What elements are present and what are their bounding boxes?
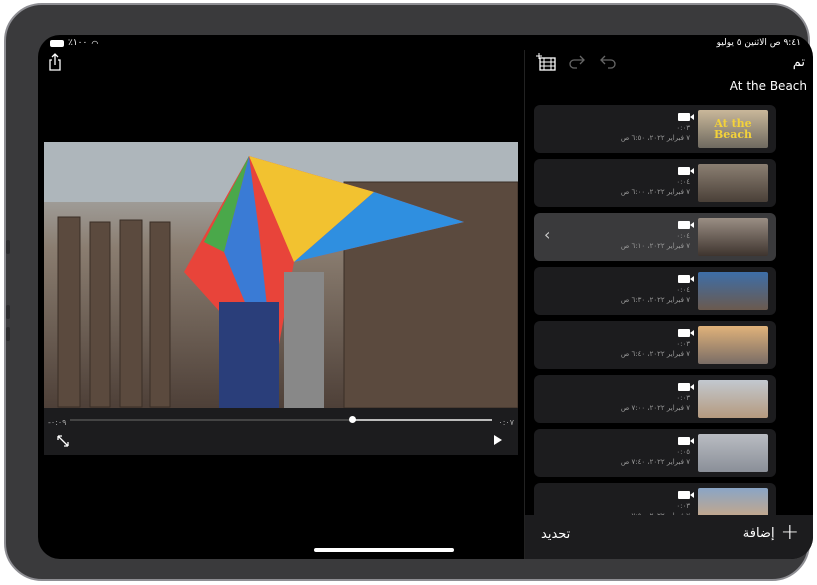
ipad-frame: ٪١٠٠ ◠ ٩:٤١ ص الاثنين ٥ يوليو -٠:٠٩ ٠:٠٧… [4,3,813,581]
clip-duration: ٠:٠٣ [676,124,690,132]
clip-date: ٧ فبراير ٢٠٢٢، ٧:٤٠ ص [620,458,690,466]
play-icon[interactable] [493,434,503,446]
clip-date: ٧ فبراير ٢٠٢٢، ٦:٥٠ ص [620,134,690,142]
video-camera-icon [678,329,690,337]
video-camera-icon [678,275,690,283]
video-camera-icon [678,113,690,121]
clip-date: ٧ فبراير ٢٠٢٢، ٦:٤٠ ص [620,350,690,358]
done-button[interactable]: تم [793,55,805,70]
chevron-left-icon[interactable]: ‹ [544,225,550,244]
clip-duration: ٠:٠٣ [676,340,690,348]
video-camera-icon [678,437,690,445]
clip-thumbnail [698,218,768,256]
home-indicator[interactable] [314,548,454,552]
side-button [6,305,10,319]
clip-date: ٧ فبراير ٢٠٢٢، ٦:٠٠ ص [620,188,690,196]
scrubber-played [352,419,492,421]
clip-duration: ٠:٠٤ [676,232,690,240]
video-camera-icon [678,491,690,499]
battery-icon [50,39,64,47]
video-camera-icon [678,383,690,391]
project-title: At the Beach [729,79,807,93]
plus-icon: + [780,520,799,545]
clip-list[interactable]: At the Beach ٠:٠٣ ٧ فبراير ٢٠٢٢، ٦:٥٠ ص … [534,105,776,525]
clip-date: ٧ فبراير ٢٠٢٢، ٦:٣٠ ص [620,296,690,304]
video-frame [44,142,518,409]
clip-item[interactable]: ٠:٠٥ ٧ فبراير ٢٠٢٢، ٧:٤٠ ص [534,429,776,477]
clip-thumbnail [698,380,768,418]
clip-duration: ٠:٠٥ [676,448,690,456]
clip-thumbnail [698,272,768,310]
clip-duration: ٠:٠٤ [676,286,690,294]
undo-icon[interactable] [600,55,616,69]
clip-thumbnail [698,164,768,202]
side-button [6,327,10,341]
clip-date: ٧ فبراير ٢٠٢٢، ٦:١٠ ص [620,242,690,250]
status-time: ٩:٤١ ص الاثنين ٥ يوليو [716,38,801,48]
clip-item[interactable]: At the Beach ٠:٠٣ ٧ فبراير ٢٠٢٢، ٦:٥٠ ص [534,105,776,153]
wifi-icon: ◠ [91,38,99,48]
clip-duration: ٠:٠٣ [676,502,690,510]
split-divider [524,50,525,559]
scrubber[interactable] [70,416,492,423]
battery-level: ٪١٠٠ [68,38,88,48]
add-label: إضافة [742,525,775,541]
share-icon[interactable] [48,53,62,71]
time-remaining: -٠:٠٩ [48,418,67,427]
clip-item[interactable]: ٠:٠٤ ٧ فبراير ٢٠٢٢، ٦:٠٠ ص [534,159,776,207]
clip-duration: ٠:٠٣ [676,394,690,402]
add-button[interactable]: إضافة + [742,520,799,545]
video-camera-icon [678,167,690,175]
status-left: ٪١٠٠ ◠ [50,38,98,48]
redo-icon[interactable] [569,55,585,69]
clip-thumbnail [698,326,768,364]
time-elapsed: ٠:٠٧ [498,418,514,427]
screen: ٪١٠٠ ◠ ٩:٤١ ص الاثنين ٥ يوليو -٠:٠٩ ٠:٠٧… [38,35,813,559]
video-player[interactable]: -٠:٠٩ ٠:٠٧ [44,142,518,455]
fullscreen-icon[interactable] [57,435,69,447]
clip-thumbnail: At the Beach [698,110,768,148]
clip-item[interactable]: ٠:٠٤ ٧ فبراير ٢٠٢٢، ٦:١٠ ص ‹ [534,213,776,261]
add-clip-film-icon[interactable] [536,53,556,71]
thumbnail-title: At the Beach [713,117,753,141]
select-button[interactable]: تحديد [541,527,570,542]
clip-thumbnail [698,434,768,472]
clip-date: ٧ فبراير ٢٠٢٢، ٧:٠٠ ص [620,404,690,412]
clip-duration: ٠:٠٤ [676,178,690,186]
scrubber-handle[interactable] [348,416,356,423]
side-button [6,240,10,254]
video-camera-icon [678,221,690,229]
clip-item[interactable]: ٠:٠٣ ٧ فبراير ٢٠٢٢، ٧:٠٠ ص [534,375,776,423]
clip-item[interactable]: ٠:٠٤ ٧ فبراير ٢٠٢٢، ٦:٣٠ ص [534,267,776,315]
clip-item[interactable]: ٠:٠٣ ٧ فبراير ٢٠٢٢، ٦:٤٠ ص [534,321,776,369]
bottom-toolbar: تحديد إضافة + [525,515,813,559]
